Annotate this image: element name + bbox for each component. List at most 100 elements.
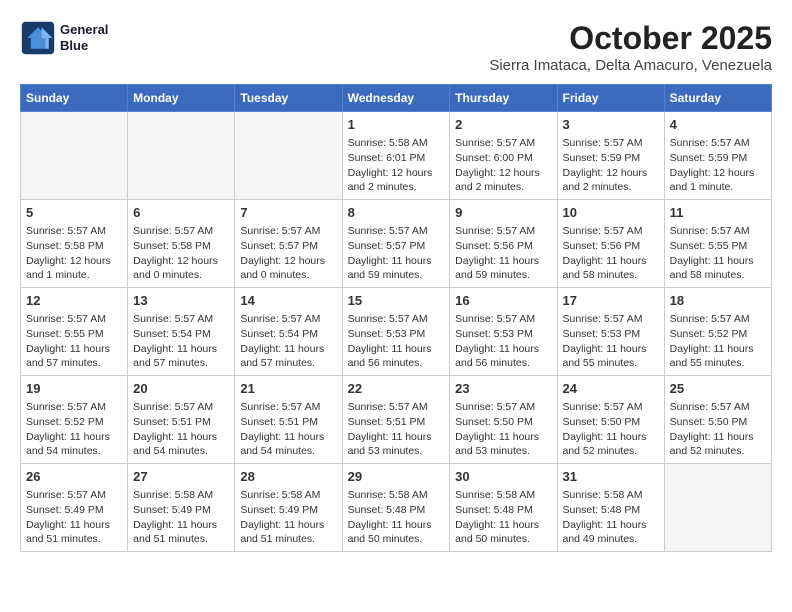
empty-cell <box>21 112 128 200</box>
empty-cell <box>128 112 235 200</box>
location-subtitle: Sierra Imataca, Delta Amacuro, Venezuela <box>489 57 772 74</box>
day-number: 6 <box>133 204 229 222</box>
day-info: Sunrise: 5:57 AMSunset: 5:52 PMDaylight:… <box>26 400 122 459</box>
day-cell-16: 16 Sunrise: 5:57 AMSunset: 5:53 PMDayligh… <box>450 288 557 376</box>
day-number: 29 <box>348 468 445 486</box>
empty-cell <box>235 112 342 200</box>
day-number: 5 <box>26 204 122 222</box>
day-number: 2 <box>455 116 551 134</box>
day-cell-23: 23 Sunrise: 5:57 AMSunset: 5:50 PMDayligh… <box>450 376 557 464</box>
day-number: 23 <box>455 380 551 398</box>
day-info: Sunrise: 5:57 AMSunset: 5:58 PMDaylight:… <box>26 224 122 283</box>
day-info: Sunrise: 5:58 AMSunset: 5:48 PMDaylight:… <box>563 488 659 547</box>
day-info: Sunrise: 5:57 AMSunset: 5:59 PMDaylight:… <box>563 136 659 195</box>
day-number: 27 <box>133 468 229 486</box>
day-info: Sunrise: 5:57 AMSunset: 5:54 PMDaylight:… <box>133 312 229 371</box>
week-row-3: 12 Sunrise: 5:57 AMSunset: 5:55 PMDayligh… <box>21 288 772 376</box>
day-info: Sunrise: 5:57 AMSunset: 5:56 PMDaylight:… <box>563 224 659 283</box>
day-number: 20 <box>133 380 229 398</box>
day-cell-30: 30Sunrise: 5:58 AMSunset: 5:48 PMDayligh… <box>450 464 557 552</box>
day-number: 8 <box>348 204 445 222</box>
logo-icon <box>20 20 56 56</box>
empty-cell <box>664 464 771 552</box>
weekday-header-wednesday: Wednesday <box>342 85 450 112</box>
weekday-header-friday: Friday <box>557 85 664 112</box>
logo: General Blue <box>20 20 108 56</box>
day-number: 16 <box>455 292 551 310</box>
day-cell-14: 14 Sunrise: 5:57 AMSunset: 5:54 PMDayligh… <box>235 288 342 376</box>
day-cell-9: 9Sunrise: 5:57 AMSunset: 5:56 PMDaylight… <box>450 200 557 288</box>
day-number: 4 <box>670 116 766 134</box>
weekday-header-thursday: Thursday <box>450 85 557 112</box>
day-cell-1: 1Sunrise: 5:58 AMSunset: 6:01 PMDaylight… <box>342 112 450 200</box>
calendar-table: SundayMondayTuesdayWednesdayThursdayFrid… <box>20 84 772 552</box>
day-number: 3 <box>563 116 659 134</box>
logo-text: General Blue <box>60 22 108 53</box>
day-number: 17 <box>563 292 659 310</box>
day-cell-31: 31 Sunrise: 5:58 AMSunset: 5:48 PMDayligh… <box>557 464 664 552</box>
day-number: 13 <box>133 292 229 310</box>
day-number: 11 <box>670 204 766 222</box>
day-number: 21 <box>240 380 336 398</box>
day-number: 14 <box>240 292 336 310</box>
day-info: Sunrise: 5:57 AMSunset: 5:52 PMDaylight:… <box>670 312 766 371</box>
day-number: 1 <box>348 116 445 134</box>
day-cell-2: 2 Sunrise: 5:57 AMSunset: 6:00 PMDaylight… <box>450 112 557 200</box>
weekday-header-saturday: Saturday <box>664 85 771 112</box>
day-info: Sunrise: 5:57 AMSunset: 6:00 PMDaylight:… <box>455 136 551 195</box>
day-cell-20: 20Sunrise: 5:57 AMSunset: 5:51 PMDayligh… <box>128 376 235 464</box>
day-info: Sunrise: 5:58 AMSunset: 5:48 PMDaylight:… <box>348 488 445 547</box>
day-info: Sunrise: 5:57 AMSunset: 5:51 PMDaylight:… <box>240 400 336 459</box>
day-cell-21: 21 Sunrise: 5:57 AMSunset: 5:51 PMDayligh… <box>235 376 342 464</box>
day-info: Sunrise: 5:57 AMSunset: 5:57 PMDaylight:… <box>240 224 336 283</box>
day-info: Sunrise: 5:57 AMSunset: 5:57 PMDaylight:… <box>348 224 445 283</box>
day-number: 7 <box>240 204 336 222</box>
day-cell-3: 3 Sunrise: 5:57 AMSunset: 5:59 PMDaylight… <box>557 112 664 200</box>
day-info: Sunrise: 5:57 AMSunset: 5:56 PMDaylight:… <box>455 224 551 283</box>
weekday-header-tuesday: Tuesday <box>235 85 342 112</box>
title-block: October 2025 Sierra Imataca, Delta Amacu… <box>489 20 772 74</box>
day-cell-5: 5 Sunrise: 5:57 AMSunset: 5:58 PMDaylight… <box>21 200 128 288</box>
day-cell-18: 18 Sunrise: 5:57 AMSunset: 5:52 PMDayligh… <box>664 288 771 376</box>
day-info: Sunrise: 5:57 AMSunset: 5:55 PMDaylight:… <box>26 312 122 371</box>
day-info: Sunrise: 5:57 AMSunset: 5:54 PMDaylight:… <box>240 312 336 371</box>
day-number: 12 <box>26 292 122 310</box>
day-cell-25: 25 Sunrise: 5:57 AMSunset: 5:50 PMDayligh… <box>664 376 771 464</box>
day-cell-17: 17 Sunrise: 5:57 AMSunset: 5:53 PMDayligh… <box>557 288 664 376</box>
day-cell-24: 24Sunrise: 5:57 AMSunset: 5:50 PMDayligh… <box>557 376 664 464</box>
day-info: Sunrise: 5:57 AMSunset: 5:50 PMDaylight:… <box>455 400 551 459</box>
day-number: 18 <box>670 292 766 310</box>
day-cell-19: 19Sunrise: 5:57 AMSunset: 5:52 PMDayligh… <box>21 376 128 464</box>
day-info: Sunrise: 5:57 AMSunset: 5:51 PMDaylight:… <box>348 400 445 459</box>
day-info: Sunrise: 5:57 AMSunset: 5:53 PMDaylight:… <box>455 312 551 371</box>
week-row-2: 5 Sunrise: 5:57 AMSunset: 5:58 PMDaylight… <box>21 200 772 288</box>
day-number: 26 <box>26 468 122 486</box>
day-number: 31 <box>563 468 659 486</box>
day-number: 10 <box>563 204 659 222</box>
page-header: General Blue October 2025 Sierra Imataca… <box>20 20 772 74</box>
day-cell-6: 6Sunrise: 5:57 AMSunset: 5:58 PMDaylight… <box>128 200 235 288</box>
day-number: 30 <box>455 468 551 486</box>
day-info: Sunrise: 5:57 AMSunset: 5:50 PMDaylight:… <box>670 400 766 459</box>
day-cell-15: 15Sunrise: 5:57 AMSunset: 5:53 PMDayligh… <box>342 288 450 376</box>
day-cell-28: 28Sunrise: 5:58 AMSunset: 5:49 PMDayligh… <box>235 464 342 552</box>
day-number: 22 <box>348 380 445 398</box>
day-info: Sunrise: 5:58 AMSunset: 5:49 PMDaylight:… <box>133 488 229 547</box>
day-cell-8: 8 Sunrise: 5:57 AMSunset: 5:57 PMDaylight… <box>342 200 450 288</box>
week-row-1: 1Sunrise: 5:58 AMSunset: 6:01 PMDaylight… <box>21 112 772 200</box>
week-row-4: 19Sunrise: 5:57 AMSunset: 5:52 PMDayligh… <box>21 376 772 464</box>
day-cell-22: 22 Sunrise: 5:57 AMSunset: 5:51 PMDayligh… <box>342 376 450 464</box>
weekday-header-sunday: Sunday <box>21 85 128 112</box>
day-cell-29: 29 Sunrise: 5:58 AMSunset: 5:48 PMDayligh… <box>342 464 450 552</box>
day-number: 25 <box>670 380 766 398</box>
day-info: Sunrise: 5:57 AMSunset: 5:53 PMDaylight:… <box>563 312 659 371</box>
day-cell-13: 13 Sunrise: 5:57 AMSunset: 5:54 PMDayligh… <box>128 288 235 376</box>
day-cell-27: 27 Sunrise: 5:58 AMSunset: 5:49 PMDayligh… <box>128 464 235 552</box>
day-number: 28 <box>240 468 336 486</box>
weekday-header-row: SundayMondayTuesdayWednesdayThursdayFrid… <box>21 85 772 112</box>
day-info: Sunrise: 5:57 AMSunset: 5:50 PMDaylight:… <box>563 400 659 459</box>
weekday-header-monday: Monday <box>128 85 235 112</box>
day-cell-12: 12 Sunrise: 5:57 AMSunset: 5:55 PMDayligh… <box>21 288 128 376</box>
day-cell-4: 4Sunrise: 5:57 AMSunset: 5:59 PMDaylight… <box>664 112 771 200</box>
day-cell-7: 7 Sunrise: 5:57 AMSunset: 5:57 PMDaylight… <box>235 200 342 288</box>
